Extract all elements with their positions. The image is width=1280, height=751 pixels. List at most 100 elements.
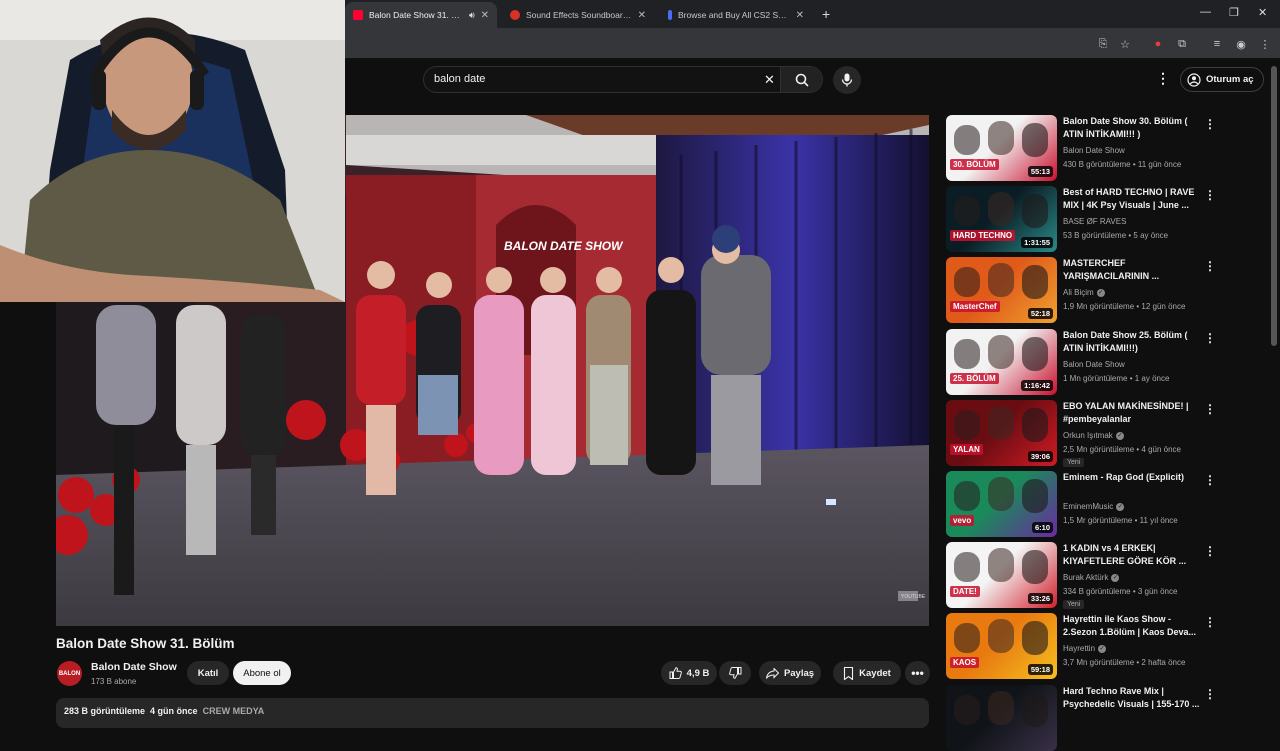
close-tab-icon[interactable]: ✕ — [638, 10, 646, 21]
recommendation-title[interactable]: Eminem - Rap God (Explicit) — [1063, 471, 1203, 484]
recommendation-channel[interactable]: BASE ØF RAVES — [1063, 217, 1126, 226]
recommendation-channel[interactable]: Balon Date Show — [1063, 360, 1125, 369]
more-options-icon[interactable]: ⋮ — [1204, 188, 1216, 202]
tab-balon-date[interactable]: Balon Date Show 31. Bölüm 🔊︎ ✕ — [345, 2, 497, 28]
recommendation-title[interactable]: Best of HARD TECHNO | RAVE MIX | 4K Psy … — [1063, 186, 1203, 212]
recommendation-title[interactable]: EBO YALAN MAKİNESİNDE! | #pembeyalanlar — [1063, 400, 1203, 426]
profile-icon[interactable]: ◉ — [1234, 37, 1248, 51]
video-thumbnail[interactable]: 30. BÖLÜM 55:13 — [946, 115, 1057, 181]
signin-button[interactable]: Oturum aç — [1180, 67, 1264, 92]
channel-avatar[interactable]: BALON — [57, 661, 82, 686]
recommendation-meta: 1,9 Mn görüntüleme • 12 gün önce — [1063, 302, 1186, 311]
microphone-icon — [841, 73, 853, 87]
channel-label: Ali Biçim — [1063, 288, 1094, 297]
description-tag: CREW MEDYA — [202, 706, 265, 716]
recommendation-item[interactable]: HARD TECHNO 1:31:55 Best of HARD TECHNO | … — [946, 186, 1266, 252]
recommendation-item[interactable]: KAOS 59:18 Hayrettin ile Kaos Show - 2.Sez… — [946, 613, 1266, 679]
new-badge: Yeni — [1063, 458, 1085, 467]
recommendation-channel[interactable]: Burak Aktürk ✓ — [1063, 573, 1120, 582]
recommendation-title[interactable]: Hard Techno Rave Mix | Psychedelic Visua… — [1063, 685, 1203, 711]
media-control-icon[interactable]: ≡ — [1210, 37, 1224, 51]
recommendation-item[interactable]: MasterChef 52:18 MASTERCHEF YARIŞMACILARIN… — [946, 257, 1266, 323]
video-thumbnail[interactable]: vevo 6:10 — [946, 471, 1057, 537]
duration-badge: 52:18 — [1027, 308, 1053, 319]
more-actions-button[interactable]: ••• — [905, 661, 930, 685]
recommendation-item[interactable]: DATE! 33:26 1 KADIN vs 4 ERKEK| KIYAFETLER… — [946, 542, 1266, 609]
recommendation-channel[interactable]: Balon Date Show — [1063, 146, 1125, 155]
description-box[interactable]: 283 B görüntüleme 4 gün önce CREW MEDYA — [56, 698, 929, 728]
recommendation-meta: 53 B görüntüleme • 5 ay önce — [1063, 231, 1169, 240]
more-options-icon[interactable]: ⋮ — [1204, 615, 1216, 629]
duration-badge: 1:16:42 — [1021, 380, 1053, 391]
clear-search-icon[interactable]: ✕ — [764, 72, 775, 88]
speaker-icon[interactable]: 🔊︎ — [469, 10, 475, 21]
share-button[interactable]: Paylaş — [759, 661, 821, 685]
duration-badge: 33:26 — [1027, 593, 1053, 604]
voice-search-button[interactable] — [833, 66, 861, 94]
recommendation-title[interactable]: Hayrettin ile Kaos Show - 2.Sezon 1.Bölü… — [1063, 613, 1203, 639]
youtube-favicon-icon — [353, 10, 363, 20]
recommendation-item[interactable]: 30. BÖLÜM 55:13 Balon Date Show 30. Bölüm … — [946, 115, 1266, 181]
duration-badge: 6:10 — [1031, 522, 1053, 533]
more-options-icon[interactable]: ⋮ — [1204, 687, 1216, 701]
recommendation-title[interactable]: 1 KADIN vs 4 ERKEK| KIYAFETLERE GÖRE KÖR… — [1063, 542, 1203, 568]
more-options-icon[interactable]: ⋮ — [1204, 117, 1216, 131]
thumbnail-caption: YALAN — [950, 444, 983, 455]
channel-label: Orkun Işıtmak — [1063, 431, 1113, 440]
recommendation-item[interactable]: vevo 6:10 Eminem - Rap God (Explicit) Emine… — [946, 471, 1266, 537]
close-tab-icon[interactable]: ✕ — [481, 10, 489, 21]
video-thumbnail[interactable]: HARD TECHNO 1:31:55 — [946, 186, 1057, 252]
video-thumbnail[interactable]: DATE! 33:26 — [946, 542, 1057, 608]
watermark-text: YOUTUBE — [901, 594, 926, 600]
recommendation-title[interactable]: Balon Date Show 25. Bölüm ( ATIN İNTİKAM… — [1063, 329, 1203, 355]
recommendation-item[interactable]: 25. BÖLÜM 1:16:42 Balon Date Show 25. Bölü… — [946, 329, 1266, 395]
join-button[interactable]: Katıl — [187, 661, 229, 685]
tab-soundboard[interactable]: Sound Effects Soundboard - In ✕ — [502, 2, 654, 28]
subscribe-button[interactable]: Abone ol — [233, 661, 291, 685]
video-thumbnail[interactable]: MasterChef 52:18 — [946, 257, 1057, 323]
recommendation-item[interactable]: Hard Techno Rave Mix | Psychedelic Visua… — [946, 685, 1266, 751]
close-window-button[interactable]: ✕ — [1258, 6, 1267, 19]
extension-badge-icon[interactable]: ● — [1151, 37, 1165, 51]
video-thumbnail[interactable]: KAOS 59:18 — [946, 613, 1057, 679]
dislike-button[interactable] — [719, 661, 751, 685]
save-button[interactable]: Kaydet — [833, 661, 901, 685]
channel-name[interactable]: Balon Date Show — [91, 661, 177, 673]
recommendation-channel[interactable]: Ali Biçim ✓ — [1063, 288, 1105, 297]
recommendation-channel[interactable]: Hayrettin ✓ — [1063, 644, 1107, 653]
recommendation-title[interactable]: MASTERCHEF YARIŞMACILARININ ... — [1063, 257, 1203, 283]
recommendation-title[interactable]: Balon Date Show 30. Bölüm ( ATIN İNTİKAM… — [1063, 115, 1203, 141]
avatar-logo-text: BALON — [58, 670, 81, 677]
video-thumbnail[interactable]: YALAN 39:06 — [946, 400, 1057, 466]
recommendation-channel[interactable]: Orkun Işıtmak ✓ — [1063, 431, 1124, 440]
search-button[interactable] — [780, 67, 822, 92]
more-options-icon[interactable]: ⋮ — [1204, 544, 1216, 558]
more-options-icon[interactable]: ⋮ — [1204, 259, 1216, 273]
more-options-icon[interactable]: ⋮ — [1204, 331, 1216, 345]
tab-cs2-skins[interactable]: Browse and Buy All CS2 Skins & ✕ — [660, 2, 812, 28]
browser-menu-icon[interactable]: ⋮ — [1258, 37, 1272, 51]
more-options-icon[interactable]: ⋮ — [1204, 473, 1216, 487]
settings-more-icon[interactable]: ⋮ — [1156, 70, 1170, 87]
install-app-icon[interactable]: ⎘ — [1096, 37, 1110, 51]
more-options-icon[interactable]: ⋮ — [1204, 402, 1216, 416]
video-thumbnail[interactable]: 25. BÖLÜM 1:16:42 — [946, 329, 1057, 395]
video-thumbnail[interactable] — [946, 685, 1057, 751]
close-tab-icon[interactable]: ✕ — [796, 10, 804, 21]
recommendation-item[interactable]: YALAN 39:06 EBO YALAN MAKİNESİNDE! | #pemb… — [946, 400, 1266, 467]
extensions-puzzle-icon[interactable]: ⧉ — [1175, 37, 1189, 51]
account-icon — [1187, 72, 1201, 87]
minimize-button[interactable]: — — [1200, 6, 1211, 18]
new-tab-button[interactable]: + — [822, 6, 830, 22]
recommendation-channel[interactable]: EminemMusic ✓ — [1063, 502, 1125, 511]
channel-label: BASE ØF RAVES — [1063, 217, 1127, 226]
search-box: ✕ — [423, 66, 823, 93]
channel-label: Balon Date Show — [1063, 360, 1125, 369]
like-button[interactable]: 4,9 B — [661, 661, 717, 685]
restore-button[interactable]: ❐ — [1229, 6, 1239, 19]
search-input[interactable] — [434, 73, 754, 85]
page-scrollbar[interactable] — [1271, 66, 1277, 346]
bookmark-star-icon[interactable]: ☆ — [1118, 37, 1132, 51]
upload-age: 4 gün önce — [150, 706, 198, 716]
verified-check-icon: ✓ — [1116, 502, 1125, 511]
